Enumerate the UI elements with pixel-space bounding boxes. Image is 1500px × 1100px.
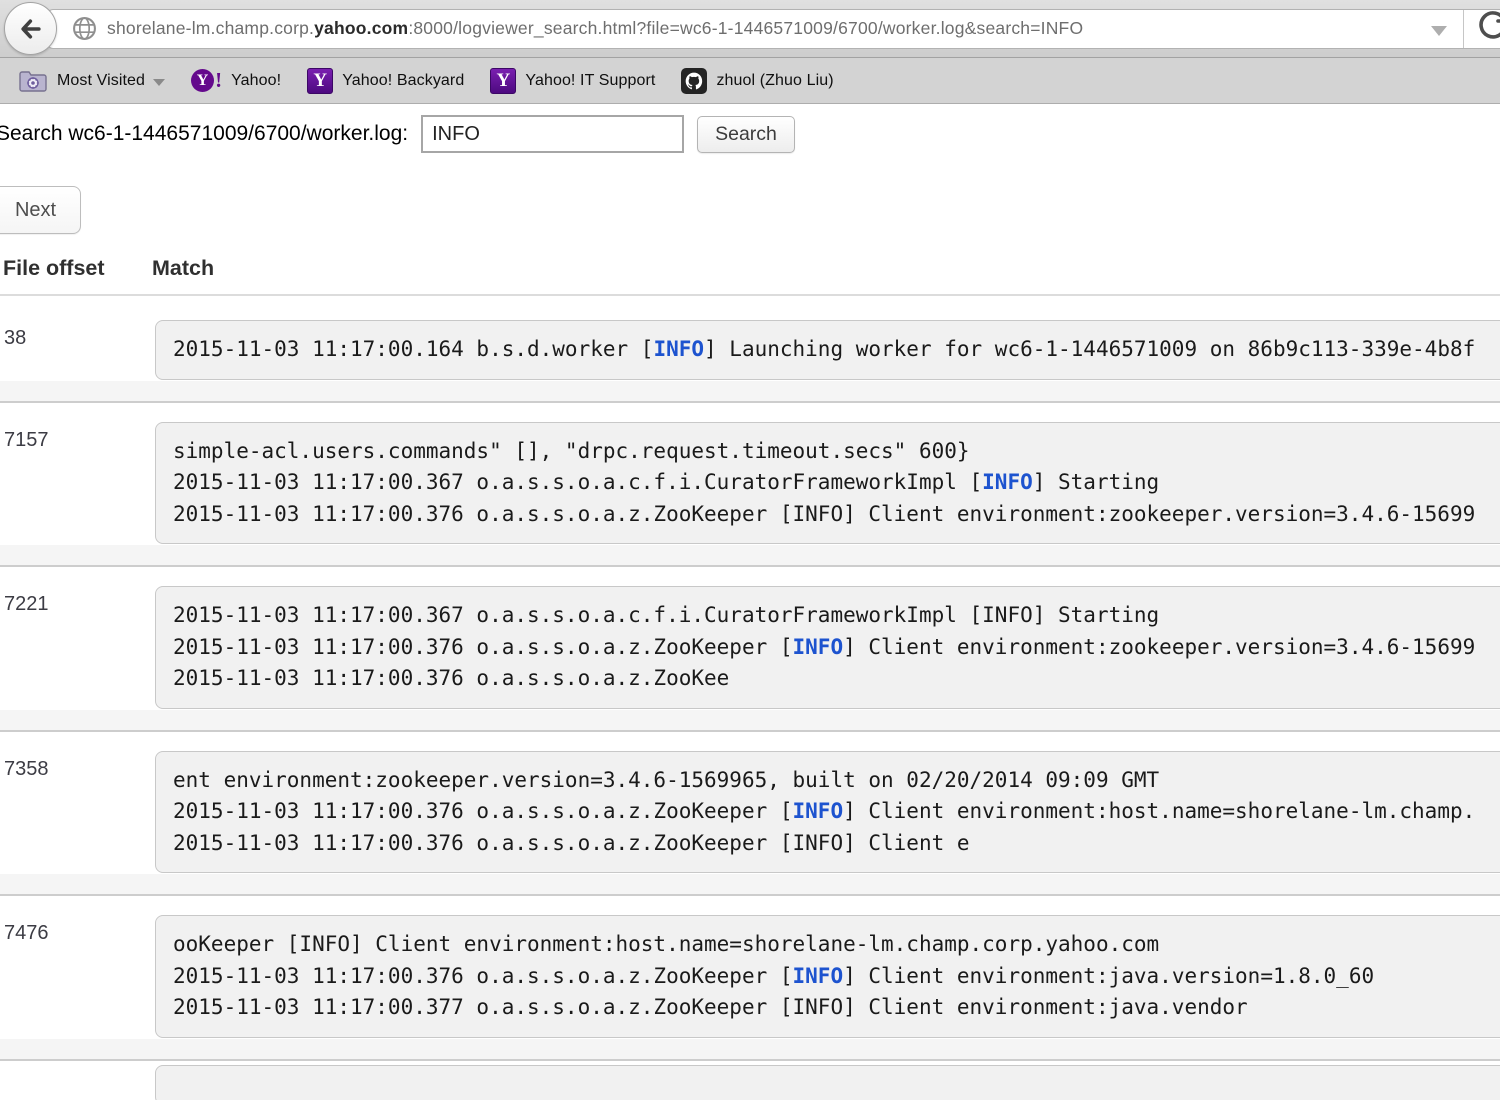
table-row: 382015-11-03 11:17:00.164 b.s.d.worker [… bbox=[0, 296, 1500, 403]
reload-button[interactable] bbox=[1476, 9, 1500, 48]
bookmark-label: Yahoo! Backyard bbox=[342, 72, 464, 90]
search-match-highlight: INFO bbox=[793, 635, 844, 659]
table-row: 7358ent environment:zookeeper.version=3.… bbox=[0, 732, 1500, 897]
search-form: Search wc6-1-1446571009/6700/worker.log:… bbox=[0, 112, 1500, 156]
match-table-body: 382015-11-03 11:17:00.164 b.s.d.worker [… bbox=[0, 296, 1500, 1100]
browser-toolbar: shorelane-lm.champ.corp.yahoo.com:8000/l… bbox=[0, 0, 1500, 58]
url-text: shorelane-lm.champ.corp.yahoo.com:8000/l… bbox=[107, 18, 1083, 39]
row-divider bbox=[0, 1039, 1500, 1061]
bookmark-zhuol-github[interactable]: zhuol (Zhuo Liu) bbox=[673, 64, 841, 98]
reload-icon bbox=[1476, 9, 1500, 43]
log-match-text: 2015-11-03 11:17:00.164 b.s.d.worker [IN… bbox=[155, 320, 1500, 380]
search-label: Search wc6-1-1446571009/6700/worker.log: bbox=[0, 122, 408, 146]
file-offset-value: 38 bbox=[0, 320, 155, 380]
url-bar-divider bbox=[1463, 9, 1464, 49]
folder-gear-icon bbox=[18, 69, 48, 93]
next-button[interactable]: Next bbox=[0, 186, 81, 234]
match-header: Match bbox=[152, 256, 214, 281]
file-offset-value: 7157 bbox=[0, 422, 155, 545]
yahoo-y-icon: Y bbox=[307, 68, 333, 94]
file-offset-value: 7358 bbox=[0, 751, 155, 874]
bookmark-yahoo[interactable]: Y! Yahoo! bbox=[183, 64, 289, 97]
log-match-text: simple-acl.users.commands" [], "drpc.req… bbox=[155, 422, 1500, 545]
yahoo-y-icon: Y bbox=[490, 68, 516, 94]
file-offset-value bbox=[0, 1065, 155, 1100]
log-match-text: 2015-11-03 11:17:00.367 o.a.s.s.o.a.c.f.… bbox=[155, 586, 1500, 709]
table-row bbox=[0, 1061, 1500, 1100]
table-row: 7157simple-acl.users.commands" [], "drpc… bbox=[0, 403, 1500, 568]
back-button[interactable] bbox=[4, 2, 57, 55]
bookmark-yahoo-it-support[interactable]: Y Yahoo! IT Support bbox=[482, 64, 663, 98]
github-icon bbox=[681, 68, 707, 94]
log-match-text bbox=[155, 1065, 1500, 1100]
search-input[interactable] bbox=[421, 115, 684, 153]
row-divider bbox=[0, 710, 1500, 732]
globe-icon bbox=[72, 16, 97, 41]
url-domain: yahoo.com bbox=[314, 18, 408, 38]
yahoo-bang-icon: Y! bbox=[191, 68, 222, 93]
bookmarks-bar: Most Visited Y! Yahoo! Y Yahoo! Backyard… bbox=[0, 58, 1500, 104]
bookmark-yahoo-backyard[interactable]: Y Yahoo! Backyard bbox=[299, 64, 472, 98]
file-offset-value: 7476 bbox=[0, 915, 155, 1038]
file-offset-header: File offset bbox=[0, 256, 152, 281]
row-divider bbox=[0, 545, 1500, 567]
search-button[interactable]: Search bbox=[697, 116, 795, 153]
table-header-row: File offset Match bbox=[0, 256, 1500, 296]
bookmark-most-visited[interactable]: Most Visited bbox=[10, 65, 173, 97]
chevron-down-icon bbox=[153, 79, 165, 86]
search-match-highlight: INFO bbox=[793, 964, 844, 988]
bookmark-label: Yahoo! IT Support bbox=[525, 72, 655, 90]
bookmark-label: zhuol (Zhuo Liu) bbox=[716, 72, 833, 90]
url-bar[interactable]: shorelane-lm.champ.corp.yahoo.com:8000/l… bbox=[47, 9, 1500, 49]
back-arrow-icon bbox=[14, 12, 48, 46]
url-dropdown-icon[interactable] bbox=[1431, 26, 1447, 36]
logviewer-page: Search wc6-1-1446571009/6700/worker.log:… bbox=[0, 112, 1500, 1100]
log-match-text: ooKeeper [INFO] Client environment:host.… bbox=[155, 915, 1500, 1038]
search-match-highlight: INFO bbox=[982, 470, 1033, 494]
log-match-text: ent environment:zookeeper.version=3.4.6-… bbox=[155, 751, 1500, 874]
table-row: 72212015-11-03 11:17:00.367 o.a.s.s.o.a.… bbox=[0, 567, 1500, 732]
search-match-highlight: INFO bbox=[793, 799, 844, 823]
bookmark-label: Most Visited bbox=[57, 72, 145, 90]
row-divider bbox=[0, 874, 1500, 896]
table-row: 7476ooKeeper [INFO] Client environment:h… bbox=[0, 896, 1500, 1061]
file-offset-value: 7221 bbox=[0, 586, 155, 709]
bookmark-label: Yahoo! bbox=[231, 72, 281, 90]
search-match-highlight: INFO bbox=[653, 337, 704, 361]
row-divider bbox=[0, 381, 1500, 403]
